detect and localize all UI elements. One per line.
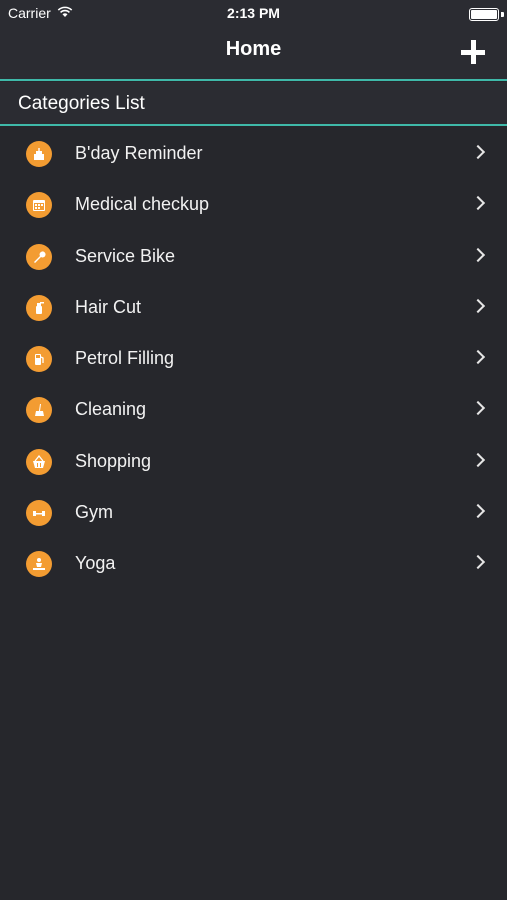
chevron-right-icon — [470, 298, 486, 313]
yoga-icon — [26, 551, 52, 578]
chevron-right-icon — [470, 401, 486, 416]
status-time: 2:13 PM — [227, 5, 280, 21]
section-header: Categories List — [0, 82, 507, 125]
category-list: B'day Reminder Medical checkup Service Bik… — [0, 128, 507, 590]
section-divider — [0, 124, 507, 126]
list-item-label: Cleaning — [75, 399, 147, 420]
list-item-label: Shopping — [75, 450, 152, 471]
chevron-right-icon — [470, 196, 486, 211]
wrench-icon — [26, 243, 52, 270]
list-item-label: Yoga — [75, 553, 116, 574]
list-item-label: Petrol Filling — [75, 348, 175, 369]
broom-icon — [26, 397, 52, 424]
chevron-right-icon — [470, 452, 486, 467]
page-title: Home — [225, 38, 282, 60]
list-item[interactable]: Petrol Filling — [0, 333, 507, 384]
list-item[interactable]: B'day Reminder — [0, 128, 507, 179]
calendar-icon — [26, 192, 52, 219]
list-item[interactable]: Medical checkup — [0, 179, 507, 230]
nav-divider — [0, 79, 507, 81]
list-item-label: Medical checkup — [75, 194, 210, 215]
status-bar: Carrier 2:13 PM — [0, 0, 507, 28]
chevron-right-icon — [470, 144, 486, 160]
list-item-label: Gym — [75, 502, 113, 523]
cake-icon — [26, 141, 52, 167]
list-item[interactable]: Hair Cut — [0, 282, 507, 333]
list-item-label: B'day Reminder — [75, 143, 203, 163]
dumbbell-icon — [26, 500, 52, 527]
list-item[interactable]: Shopping — [0, 436, 507, 487]
list-item[interactable]: Yoga — [0, 538, 507, 589]
navigation-bar: Home — [0, 28, 507, 80]
fuel-pump-icon — [26, 346, 52, 373]
list-item[interactable]: Gym — [0, 487, 507, 538]
section-title: Categories List — [18, 93, 145, 114]
list-item-label: Hair Cut — [75, 296, 142, 317]
chevron-right-icon — [470, 350, 486, 365]
battery-tip — [501, 12, 504, 17]
chevron-right-icon — [470, 555, 486, 570]
spray-bottle-icon — [26, 294, 52, 321]
plus-icon[interactable] — [461, 40, 487, 66]
battery-icon — [469, 8, 499, 21]
list-item-label: Service Bike — [75, 245, 176, 266]
chevron-right-icon — [470, 504, 486, 519]
chevron-right-icon — [470, 247, 486, 262]
list-item[interactable]: Service Bike — [0, 231, 507, 282]
basket-icon — [26, 448, 52, 475]
battery-level — [471, 10, 497, 19]
list-item[interactable]: Cleaning — [0, 384, 507, 435]
